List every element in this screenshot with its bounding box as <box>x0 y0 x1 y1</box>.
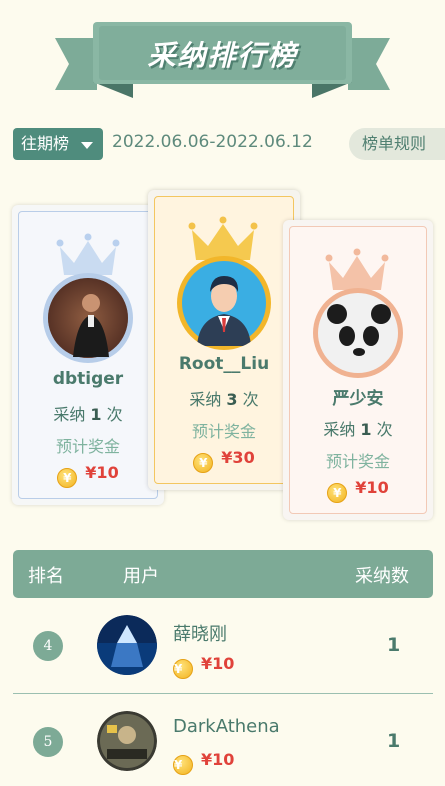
period-dropdown-label: 往期榜 <box>21 134 70 153</box>
coin-icon: ¥ <box>57 468 78 488</box>
avatar[interactable] <box>97 615 157 675</box>
row-bonus: ¥ ¥10 <box>173 654 234 679</box>
bonus-label: 预计奖金 <box>55 437 120 456</box>
bonus-amount: ¥ ¥10 <box>283 478 433 503</box>
rank-badge: 5 <box>33 727 63 757</box>
avatar-rank-1[interactable] <box>177 256 271 350</box>
bonus-amount: ¥ ¥10 <box>12 463 164 488</box>
row-adopt-count: 1 <box>387 730 401 752</box>
rules-button[interactable]: 榜单规则 <box>349 128 445 160</box>
table-row[interactable]: 5 DarkAthena ¥ ¥10 1 <box>13 694 433 786</box>
caret-down-icon <box>81 142 93 149</box>
cartoon-businessman-avatar-image <box>182 261 266 346</box>
avatar[interactable] <box>97 711 157 771</box>
avatar-rank-3[interactable] <box>313 288 403 378</box>
rank-badge: 4 <box>33 631 63 661</box>
bonus-label: 预计奖金 <box>191 422 256 441</box>
row-adopt-count: 1 <box>387 634 401 656</box>
adopt-count: 采纳 1 次 <box>323 420 393 439</box>
podium-card-rank-3[interactable]: 严少安 采纳 1 次 预计奖金 ¥ ¥10 <box>283 220 433 520</box>
coin-icon: ¥ <box>193 453 214 473</box>
avatar-rank-2[interactable] <box>43 273 133 363</box>
table-row[interactable]: 4 薛晓刚 ¥ ¥10 1 <box>13 598 433 694</box>
adopt-count: 采纳 3 次 <box>189 390 259 409</box>
row-username[interactable]: DarkAthena <box>173 716 280 737</box>
podium-username[interactable]: 严少安 <box>283 384 433 409</box>
coin-icon: ¥ <box>173 659 193 679</box>
podium-card-rank-2[interactable]: dbtiger 采纳 1 次 预计奖金 ¥ ¥10 <box>12 205 164 505</box>
bonus-label: 预计奖金 <box>325 452 390 471</box>
row-bonus: ¥ ¥10 <box>173 750 234 775</box>
header-rank: 排名 <box>28 566 64 587</box>
crown-gold-icon <box>188 216 258 260</box>
crown-bronze-icon <box>325 248 389 290</box>
ranking-banner: 采纳排行榜 <box>55 20 390 100</box>
podium-username[interactable]: Root__Liu <box>148 354 300 374</box>
date-range: 2022.06.06-2022.06.12 <box>112 132 313 152</box>
panda-avatar-image <box>318 293 398 373</box>
coin-icon: ¥ <box>327 483 348 503</box>
ranking-table-header: 排名 用户 采纳数 <box>13 550 433 598</box>
row-username[interactable]: 薛晓刚 <box>173 620 227 646</box>
header-count: 采纳数 <box>355 566 409 587</box>
adopt-count: 采纳 1 次 <box>53 405 123 424</box>
header-user: 用户 <box>123 566 159 587</box>
page-title: 采纳排行榜 <box>147 39 298 72</box>
coin-icon: ¥ <box>173 755 193 775</box>
person-suit-avatar-image <box>48 278 128 358</box>
iceberg-avatar-image <box>97 615 157 675</box>
podium-username[interactable]: dbtiger <box>12 369 164 389</box>
bonus-amount: ¥ ¥30 <box>148 448 300 473</box>
crown-silver-icon <box>56 233 120 275</box>
game-poster-avatar-image <box>97 711 157 771</box>
period-dropdown[interactable]: 往期榜 <box>13 128 103 160</box>
podium-card-rank-1[interactable]: Root__Liu 采纳 3 次 预计奖金 ¥ ¥30 <box>148 190 300 490</box>
